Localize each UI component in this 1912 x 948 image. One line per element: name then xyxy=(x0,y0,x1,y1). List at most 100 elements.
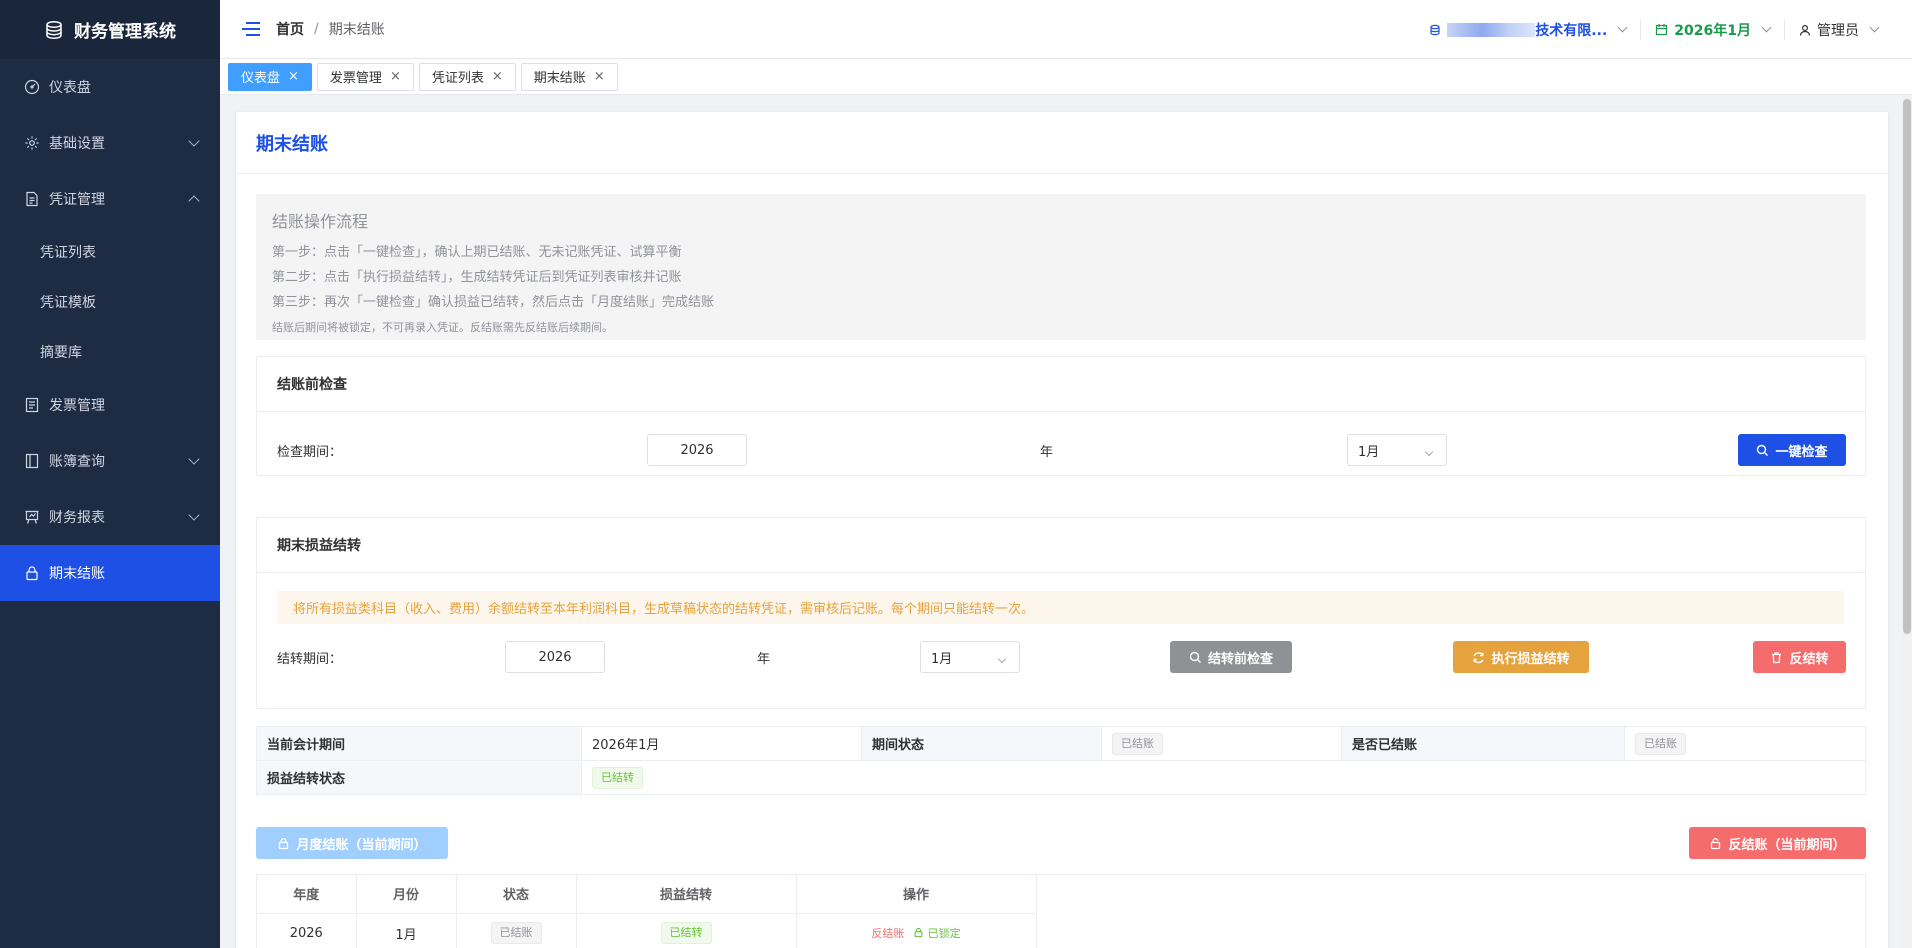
process-step-2: 第二步：点击「执行损益结转」，生成结转凭证后到凭证列表审核并记账 xyxy=(272,270,682,285)
user-icon xyxy=(1799,24,1811,36)
period-carryover-cell: 已结转 xyxy=(576,913,797,948)
gear-icon xyxy=(24,135,40,151)
periods-table: 年度 月份 状态 损益结转 操作 2026 1月 已结账 已结转 反结账 已锁定 xyxy=(257,875,1037,948)
page-title: 期末结账 xyxy=(236,112,1888,174)
search-icon xyxy=(1757,444,1769,456)
button-label: 结转前检查 xyxy=(1207,651,1273,667)
chevron-down-icon xyxy=(188,509,200,521)
invoice-icon xyxy=(24,397,40,413)
period-selector[interactable]: 2026年1月 xyxy=(1640,19,1784,40)
precheck-year-input[interactable]: 2026 xyxy=(647,434,747,466)
database-icon xyxy=(46,20,62,39)
sidebar: 财务管理系统 仪表盘 基础设置 凭证管理 凭证列表 凭证模板 摘要库 发票管理 … xyxy=(0,0,220,948)
lock-icon xyxy=(24,565,40,581)
locked-label: 已锁定 xyxy=(927,927,961,941)
close-icon[interactable]: × xyxy=(492,69,503,84)
select-value: 1月 xyxy=(931,651,953,667)
carryover-section: 期末损益结转 将所有损益类科目（收入、费用）余额结转至本年利润科目，生成草稿状态… xyxy=(256,517,1866,709)
carryover-status-value: 已结转 xyxy=(581,760,1866,795)
status-badge: 已结转 xyxy=(592,766,643,789)
menu-toggle-icon[interactable] xyxy=(242,22,260,36)
process-step-1: 第一步：点击「一键检查」，确认上期已结账、无未记账凭证、试算平衡 xyxy=(272,245,682,260)
breadcrumb-separator: / xyxy=(314,21,319,37)
period-month: 1月 xyxy=(356,913,457,948)
precheck-year-unit: 年 xyxy=(1040,445,1054,460)
reverse-carryover-button[interactable]: 反结转 xyxy=(1753,641,1846,673)
sidebar-item-basic-settings[interactable]: 基础设置 xyxy=(0,115,220,171)
sidebar-item-ledger-query[interactable]: 账簿查询 xyxy=(0,433,220,489)
tab-dashboard[interactable]: 仪表盘 × xyxy=(228,62,312,91)
user-menu[interactable]: 管理员 xyxy=(1784,19,1892,40)
column-header: 损益结转 xyxy=(576,875,797,914)
precheck-title: 结账前检查 xyxy=(257,357,1865,412)
breadcrumb-home[interactable]: 首页 xyxy=(276,19,304,39)
carryover-year-unit: 年 xyxy=(757,652,771,667)
period-status-cell: 已结账 xyxy=(456,913,577,948)
sidebar-item-dashboard[interactable]: 仪表盘 xyxy=(0,59,220,115)
tab-voucher-list[interactable]: 凭证列表 × xyxy=(418,62,516,91)
sidebar-item-period-closing[interactable]: 期末结账 xyxy=(0,545,220,601)
period-status-table: 当前会计期间 2026年1月 期间状态 已结账 是否已结账 已结账 损益结转状态… xyxy=(256,726,1866,795)
sidebar-subitem-summary-library[interactable]: 摘要库 xyxy=(0,327,220,377)
carryover-year-input[interactable]: 2026 xyxy=(505,641,605,673)
sidebar-subitem-voucher-template[interactable]: 凭证模板 xyxy=(0,277,220,327)
topbar-right: 技术有限... 2026年1月 管理员 xyxy=(1415,0,1892,59)
lock-icon xyxy=(279,837,289,849)
database-icon xyxy=(1430,24,1440,35)
current-period-value: 2026年1月 xyxy=(581,726,862,761)
process-note: 结账后期间将被锁定，不可再录入凭证。反结账需先反结账后续期间。 xyxy=(272,321,613,334)
status-row: 当前会计期间 2026年1月 期间状态 已结账 是否已结账 已结账 xyxy=(256,726,1866,761)
table-row: 2026 1月 已结账 已结转 反结账 已锁定 xyxy=(257,913,1037,948)
period-year: 2026 xyxy=(257,913,357,948)
pre-carryover-check-button[interactable]: 结转前检查 xyxy=(1170,641,1292,673)
sidebar-item-label: 发票管理 xyxy=(49,398,105,414)
lock-icon xyxy=(914,928,922,938)
tab-label: 仪表盘 xyxy=(241,71,281,86)
sidebar-item-invoice-management[interactable]: 发票管理 xyxy=(0,377,220,433)
status-badge: 已结转 xyxy=(660,922,712,945)
page-scrollbar[interactable] xyxy=(1902,95,1912,948)
calendar-icon xyxy=(1656,24,1668,36)
button-label: 一键检查 xyxy=(1775,444,1828,460)
sidebar-item-financial-reports[interactable]: 财务报表 xyxy=(0,489,220,545)
execute-carryover-button[interactable]: 执行损益结转 xyxy=(1453,641,1589,673)
process-step-3: 第三步：再次「一键检查」确认损益已结转，然后点击「月度结账」完成结账 xyxy=(272,295,715,310)
chevron-down-icon xyxy=(1617,22,1628,33)
sidebar-item-voucher-management[interactable]: 凭证管理 xyxy=(0,171,220,227)
precheck-section: 结账前检查 检查期间： 2026 年 1月 一键检查 xyxy=(256,356,1866,476)
reopen-link[interactable]: 反结账 xyxy=(871,927,904,940)
close-icon[interactable]: × xyxy=(594,69,605,84)
company-selector[interactable]: 技术有限... xyxy=(1415,20,1640,40)
sidebar-subitem-voucher-list[interactable]: 凭证列表 xyxy=(0,227,220,277)
tab-period-closing[interactable]: 期末结账 × xyxy=(520,62,618,91)
sidebar-item-label: 账簿查询 xyxy=(49,454,105,470)
one-click-check-button[interactable]: 一键检查 xyxy=(1738,434,1846,466)
status-badge: 已结账 xyxy=(1112,732,1163,755)
close-icon[interactable]: × xyxy=(390,69,401,84)
month-close-button[interactable]: 月度结账（当前期间） xyxy=(256,827,448,859)
current-period: 2026年1月 xyxy=(1674,22,1751,39)
carryover-month-select[interactable]: 1月 xyxy=(920,641,1020,673)
tabs-bar: 仪表盘 × 发票管理 × 凭证列表 × 期末结账 × xyxy=(220,59,1912,95)
status-key: 损益结转状态 xyxy=(256,760,582,795)
month-reopen-button[interactable]: 反结账（当前期间） xyxy=(1689,827,1866,859)
carryover-alert: 将所有损益类科目（收入、费用）余额结转至本年利润科目，生成草稿状态的结转凭证，需… xyxy=(277,591,1844,624)
column-header: 年度 xyxy=(257,875,357,914)
company-name-redacted xyxy=(1447,22,1536,37)
topbar: 首页 / 期末结账 技术有限... 2026年1月 管理员 xyxy=(220,0,1912,59)
chevron-down-icon xyxy=(188,453,200,465)
app-logo: 财务管理系统 xyxy=(0,0,220,59)
user-name: 管理员 xyxy=(1817,22,1859,39)
period-operations-cell: 反结账 已锁定 xyxy=(796,913,1037,948)
close-icon[interactable]: × xyxy=(288,69,299,84)
status-key: 当前会计期间 xyxy=(256,726,582,761)
column-header: 状态 xyxy=(456,875,577,914)
status-badge: 已结账 xyxy=(1635,732,1686,755)
precheck-month-select[interactable]: 1月 xyxy=(1347,434,1447,466)
precheck-period-label: 检查期间： xyxy=(277,445,343,460)
chevron-down-icon xyxy=(1869,22,1880,33)
button-label: 反结转 xyxy=(1789,651,1829,667)
chevron-up-icon xyxy=(188,195,200,207)
tab-invoice-management[interactable]: 发票管理 × xyxy=(316,62,414,91)
scrollbar-thumb[interactable] xyxy=(1903,99,1911,634)
